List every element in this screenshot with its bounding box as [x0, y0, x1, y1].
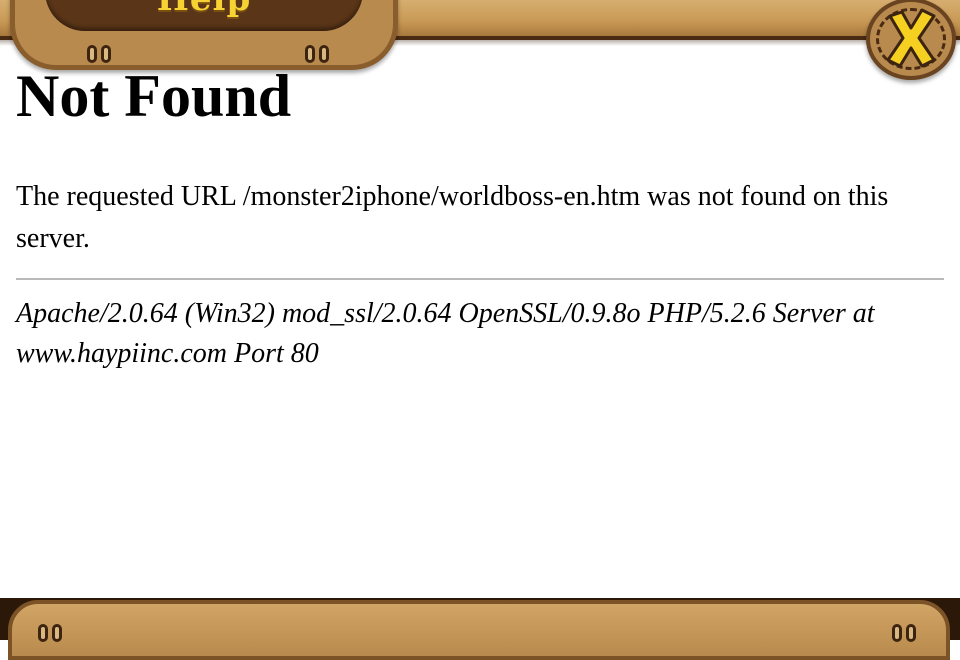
bottom-wood-panel: [8, 600, 950, 660]
help-title-plate: Help: [45, 0, 363, 31]
rope-loop-icon: [52, 624, 62, 642]
error-heading: Not Found: [16, 63, 292, 129]
rope-loop-icon: [906, 624, 916, 642]
rope-loop-icon: [38, 624, 48, 642]
error-page: Not Found The requested URL /monster2iph…: [16, 60, 944, 374]
divider: [16, 278, 944, 280]
rope-loop-icon: [892, 624, 902, 642]
server-signature: Apache/2.0.64 (Win32) mod_ssl/2.0.64 Ope…: [16, 298, 875, 369]
error-message: The requested URL /monster2iphone/worldb…: [16, 181, 889, 254]
help-title: Help: [45, 0, 363, 19]
